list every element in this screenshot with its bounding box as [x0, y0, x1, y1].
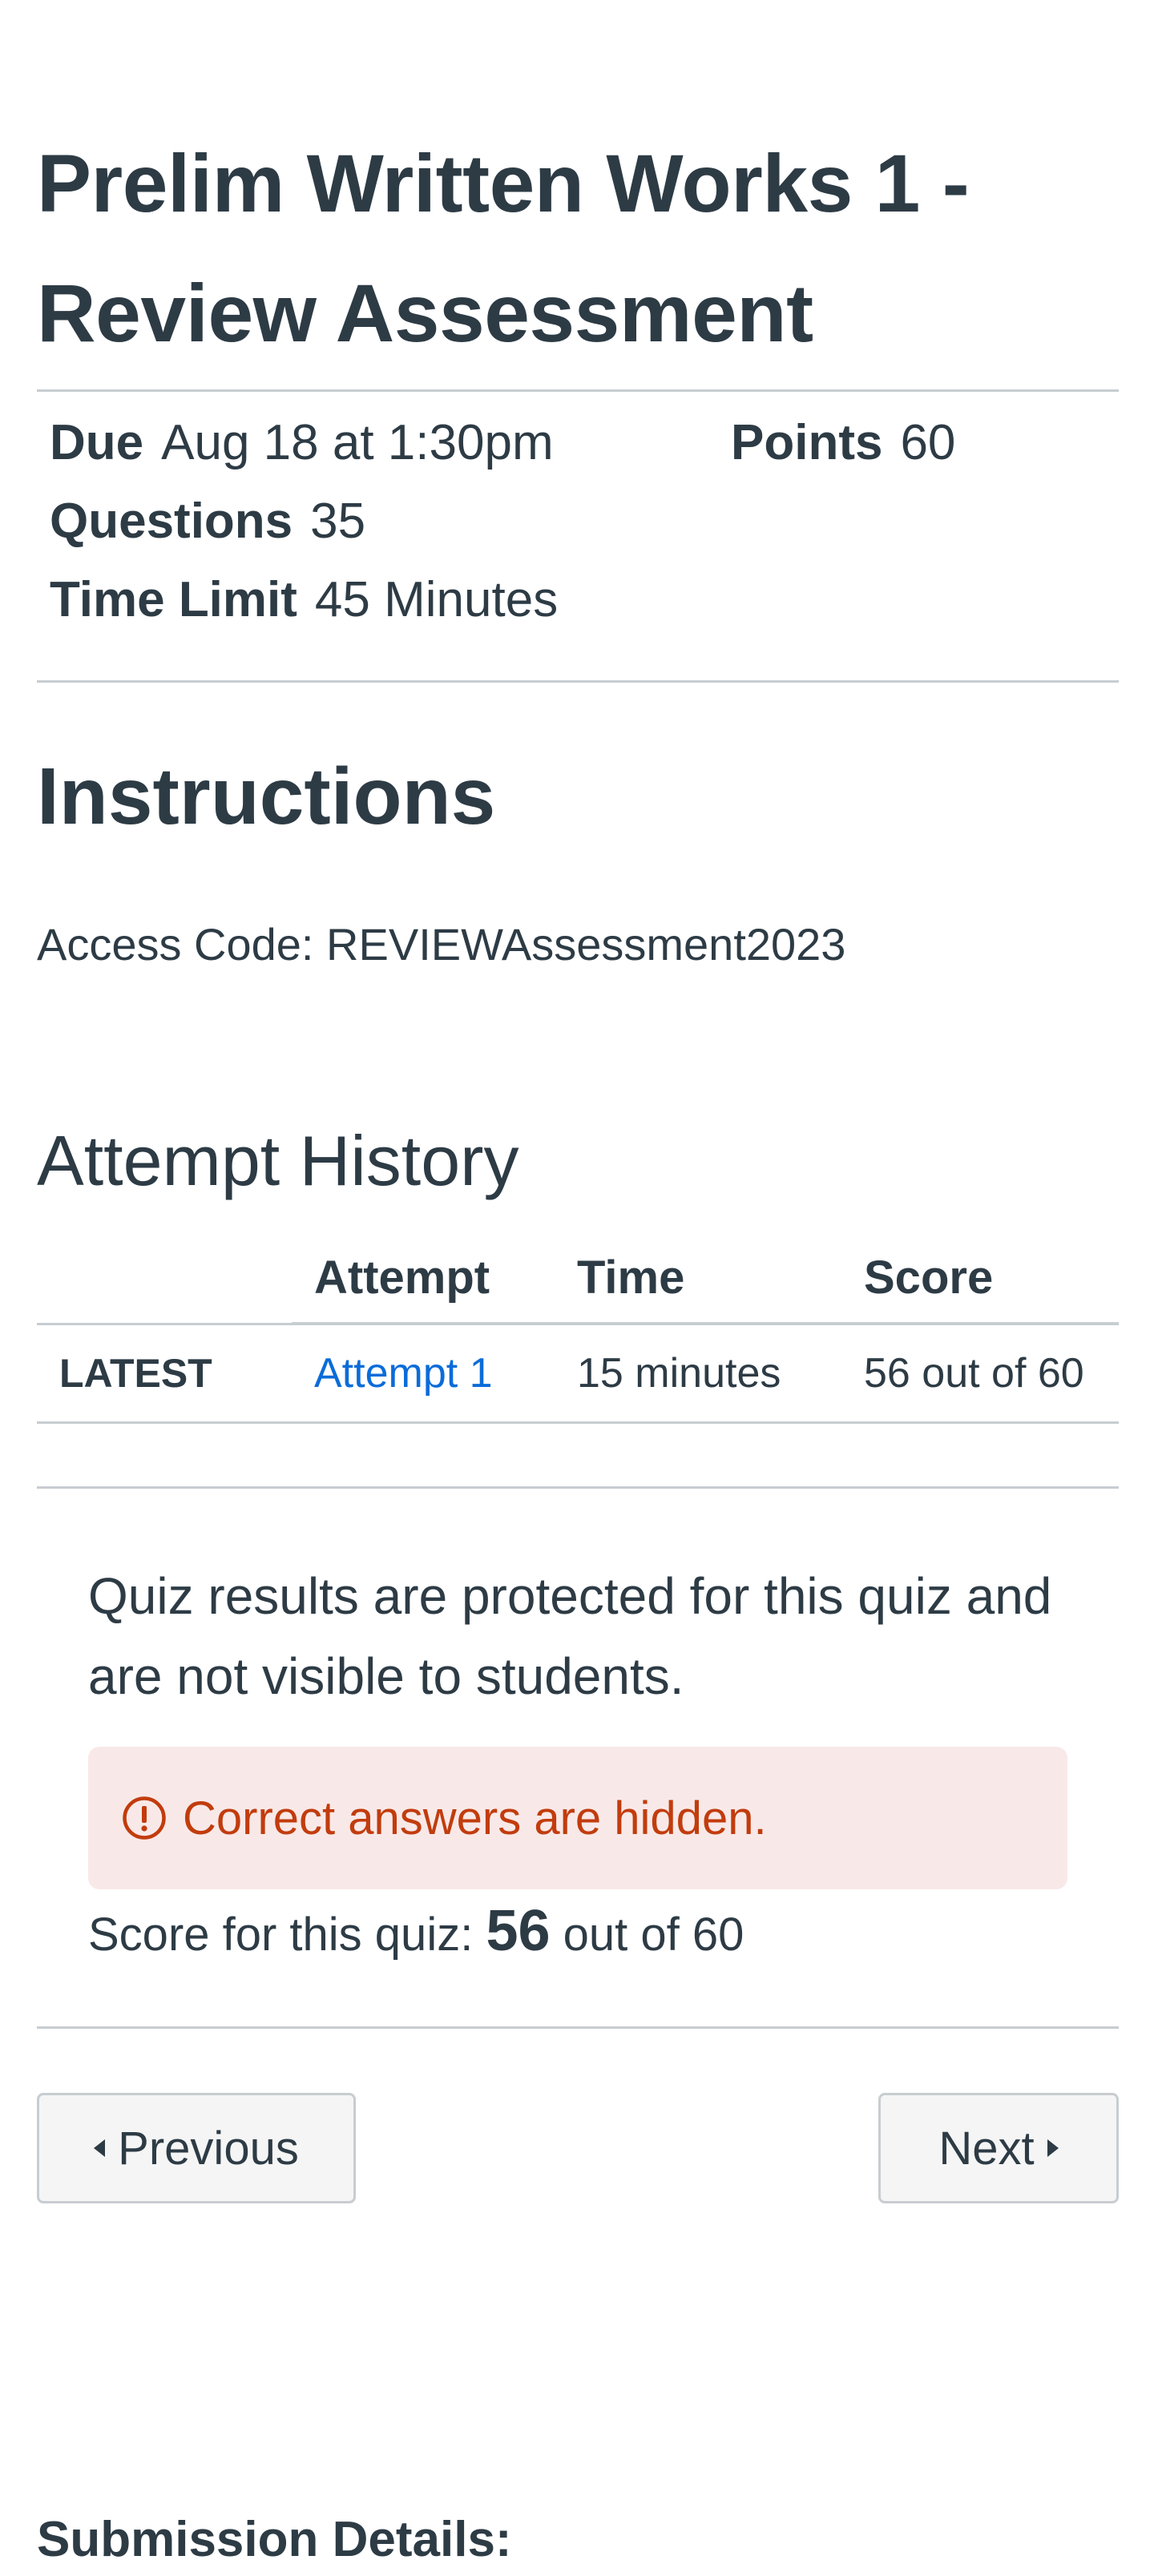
questions-value: 35	[310, 494, 366, 549]
due-row: Due Aug 18 at 1:30pm	[50, 411, 554, 475]
quiz-page: Prelim Written Works 1 - Review Assessme…	[37, 0, 1119, 2567]
time-limit-value: 45 Minutes	[314, 572, 559, 627]
column-header-attempt: Attempt	[292, 1232, 555, 1325]
next-button[interactable]: Next	[878, 2093, 1119, 2203]
time-cell: 15 minutes	[555, 1322, 841, 1424]
caret-left-icon	[94, 2139, 106, 2157]
attempt-history-heading: Attempt History	[37, 1121, 519, 1200]
table-header-row: Attempt Time Score	[37, 1232, 1119, 1325]
score-suffix: out of 60	[563, 1909, 744, 1961]
instructions-heading: Instructions	[37, 752, 496, 841]
navigation-divider	[37, 2026, 1119, 2029]
attempt-history-table: Attempt Time Score LATEST Attempt 1 15 m…	[37, 1232, 1119, 1424]
previous-button[interactable]: Previous	[37, 2093, 356, 2203]
access-code-text: Access Code: REVIEWAssessment2023	[37, 919, 846, 970]
attempt-link[interactable]: Attempt 1	[314, 1350, 493, 1397]
points-value: 60	[900, 415, 956, 470]
column-header-time: Time	[555, 1232, 841, 1325]
score-cell: 56 out of 60	[841, 1322, 1119, 1424]
due-value: Aug 18 at 1:30pm	[161, 415, 554, 470]
attempt-cell: Attempt 1	[292, 1322, 555, 1424]
points-label: Points	[731, 415, 883, 470]
caret-right-icon	[1047, 2139, 1059, 2157]
protected-results-message: Quiz results are protected for this quiz…	[88, 1567, 1052, 1705]
due-label: Due	[50, 415, 144, 470]
time-limit-row: Time Limit 45 Minutes	[50, 568, 558, 632]
quiz-results: Quiz results are protected for this quiz…	[37, 1489, 1119, 1967]
table-row: LATEST Attempt 1 15 minutes 56 out of 60	[37, 1322, 1119, 1424]
time-limit-label: Time Limit	[50, 572, 297, 627]
page-title: Prelim Written Works 1 - Review Assessme…	[37, 138, 970, 359]
questions-row: Questions 35	[50, 490, 365, 554]
hidden-answers-alert: Correct answers are hidden.	[88, 1747, 1067, 1889]
questions-label: Questions	[50, 494, 293, 549]
previous-label: Previous	[118, 2122, 299, 2175]
latest-badge: LATEST	[37, 1322, 292, 1424]
column-header-tag	[37, 1232, 292, 1324]
quiz-details: Due Aug 18 at 1:30pm Points 60 Questions 35…	[37, 392, 1119, 680]
points-row: Points 60	[731, 411, 955, 475]
next-label: Next	[938, 2122, 1035, 2175]
quiz-score: Score for this quiz: 56 out of 60	[88, 1899, 1067, 1967]
warning-circle-icon	[123, 1796, 166, 1840]
score-prefix: Score for this quiz:	[88, 1909, 474, 1961]
score-value: 56	[486, 1899, 551, 1963]
column-header-score: Score	[841, 1232, 1119, 1325]
alert-text: Correct answers are hidden.	[183, 1792, 767, 1844]
